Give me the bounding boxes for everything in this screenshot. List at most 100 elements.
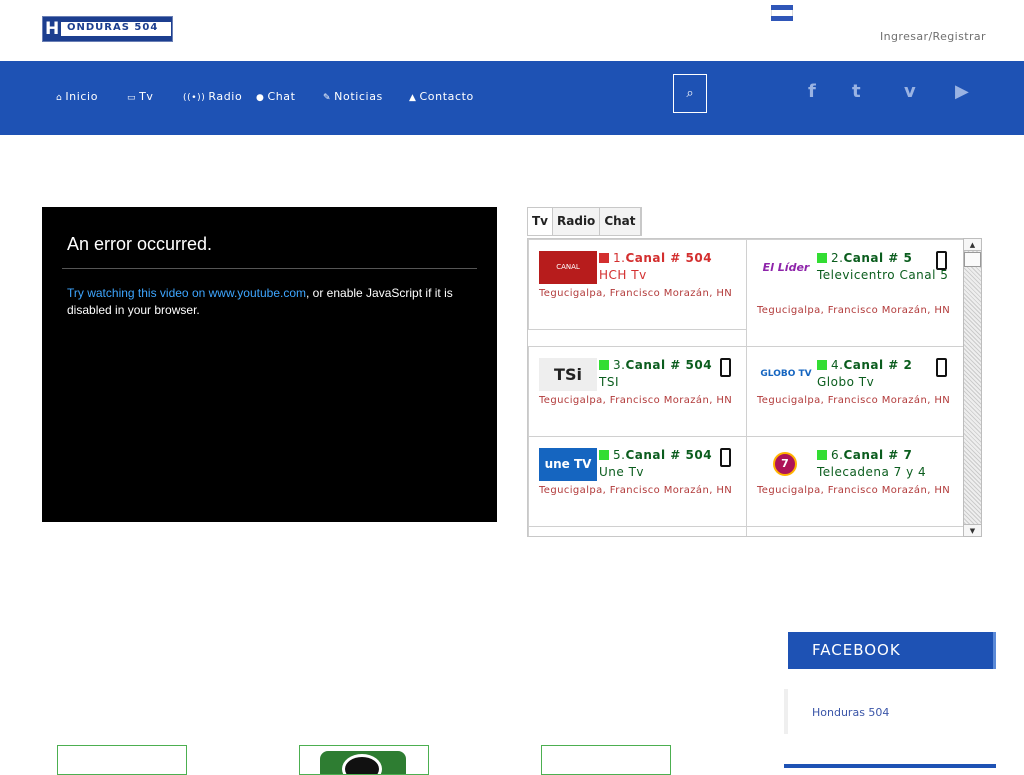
status-indicator [817,360,827,370]
scroll-down-arrow-icon[interactable]: ▼ [964,524,981,536]
logo-text: ONDURAS 504 [67,22,159,33]
top-bar: H ONDURAS 504 Ingresar/Registrar [0,0,1024,61]
home-icon: ⌂ [56,93,63,103]
login-register-link[interactable]: Ingresar/Registrar [880,30,986,43]
channel-logo: TSi [539,358,597,391]
nav-item-contacto[interactable]: ▲ Contacto [409,90,474,103]
channel-canal: Canal # 5 [843,251,913,265]
channel-name: Televicentro Canal 5 [817,268,949,282]
divider [62,268,477,269]
channel-canal: Canal # 504 [625,448,713,462]
channel-number: 5. [613,448,626,462]
site-logo[interactable]: H ONDURAS 504 [42,16,173,42]
channel-canal: Canal # 2 [843,358,913,372]
thumbnail-card[interactable] [299,745,429,775]
edit-icon: ✎ [323,93,332,103]
channel-list-scrollbar[interactable]: ▲ ▼ [963,238,982,537]
channel-item[interactable]: CANAL DESACTIVADO 1.Canal # 504 HCH Tv T… [528,239,747,330]
radio-icon: ((•)) [183,93,206,103]
channel-number: 1. [613,251,626,265]
nav-item-tv[interactable]: ▭ Tv [127,90,154,103]
next-widget-header [784,764,996,768]
thumbnail-logo [320,751,406,774]
monitor-icon: ▭ [127,93,137,103]
thumbnail-card[interactable] [57,745,187,775]
channel-title: 6.Canal # 7 Telecadena 7 y 4 [817,447,957,481]
youtube-icon[interactable]: ▶ [955,81,969,102]
channel-logo: CANAL DESACTIVADO [539,251,597,304]
channel-location: Tegucigalpa, Francisco Morazán, HN [757,395,951,406]
mobile-icon [720,358,731,377]
channel-canal: Canal # 504 [625,358,713,372]
channel-number: 4. [831,358,844,372]
nav-label: Contacto [419,90,474,103]
channel-item[interactable]: 7 6.Canal # 7 Telecadena 7 y 4 Tegucigal… [746,436,965,527]
logo-letter: H [45,19,60,39]
tab-tv[interactable]: Tv [528,208,554,235]
channel-item[interactable]: GLOBO TV 4.Canal # 2 Globo Tv Tegucigalp… [746,346,965,437]
channel-number: 6. [831,448,844,462]
facebook-widget-title: FACEBOOK [784,632,996,669]
main-nav: ⌂ Inicio ▭ Tv ((•)) Radio ● Chat ✎ Noticias ▲… [0,61,1024,135]
mobile-icon [936,358,947,377]
mobile-icon [720,448,731,467]
status-indicator [599,450,609,460]
channel-name: Telecadena 7 y 4 [817,465,927,479]
channel-name: Globo Tv [817,375,875,389]
channel-canal: Canal # 7 [843,448,913,462]
honduras-flag-icon[interactable] [771,5,793,21]
channel-canal: Canal # 504 [625,251,713,265]
nav-item-chat[interactable]: ● Chat [256,90,296,103]
channel-location: Tegucigalpa, Francisco Morazán, HN [539,395,733,406]
vimeo-icon[interactable]: v [904,81,916,102]
channel-title: 4.Canal # 2 Globo Tv [817,357,947,391]
video-error-title: An error occurred. [67,234,213,254]
facebook-page-link[interactable]: Honduras 504 [812,706,889,719]
channel-location: Tegucigalpa, Francisco Morazán, HN [539,288,733,299]
channel-title: 5.Canal # 504 Une Tv [599,447,719,481]
scroll-up-arrow-icon[interactable]: ▲ [964,239,981,251]
channel-list: CANAL DESACTIVADO 1.Canal # 504 HCH Tv T… [527,238,982,537]
channel-title: 2.Canal # 5 [817,250,942,267]
video-player[interactable]: An error occurred. Try watching this vid… [42,207,497,522]
thumbnail-card[interactable] [541,745,671,775]
search-button[interactable]: ⌕ [673,74,707,113]
channel-number: 3. [613,358,626,372]
channel-logo: GLOBO TV [757,358,815,391]
channel-item[interactable]: TSi 3.Canal # 504 TSI Tegucigalpa, Franc… [528,346,747,437]
twitter-icon[interactable]: t [852,81,861,102]
nav-item-inicio[interactable]: ⌂ Inicio [56,90,98,103]
status-indicator [599,253,609,263]
channel-location: Tegucigalpa, Francisco Morazán, HN [757,305,951,316]
tab-chat[interactable]: Chat [600,208,641,235]
facebook-icon[interactable]: f [808,81,816,102]
nav-label: Radio [208,90,243,103]
nav-label: Chat [267,90,296,103]
video-error-message: Try watching this video on www.youtube.c… [67,285,472,319]
channel-title: 1.Canal # 504 HCH Tv [599,250,739,284]
channel-tabs: Tv Radio Chat [527,207,642,236]
channel-item[interactable] [528,526,747,536]
channel-item[interactable]: une TV 5.Canal # 504 Une Tv Tegucigalpa,… [528,436,747,527]
scroll-thumb[interactable] [964,252,981,267]
mobile-icon [936,251,947,270]
chat-icon: ● [256,93,265,103]
nav-label: Inicio [65,90,99,103]
facebook-widget-body: Honduras 504 [784,689,996,734]
channel-name: TSI [599,375,619,389]
channel-logo: 7 [757,448,815,481]
channel-item[interactable] [746,526,965,536]
nav-item-radio[interactable]: ((•)) Radio [183,90,242,103]
nav-item-noticias[interactable]: ✎ Noticias [323,90,383,103]
nav-label: Noticias [334,90,383,103]
channel-name: Une Tv [599,465,645,479]
channel-logo: une TV [539,448,597,481]
youtube-link[interactable]: Try watching this video on www.youtube.c… [67,286,306,300]
channel-location: Tegucigalpa, Francisco Morazán, HN [539,485,733,496]
thumbnail-logo-mark [342,754,382,774]
channel-title: 3.Canal # 504 TSI [599,357,719,391]
tab-radio[interactable]: Radio [553,208,601,235]
channel-name: HCH Tv [599,268,647,282]
user-icon: ▲ [409,93,417,103]
channel-item[interactable]: El Líder 2.Canal # 5 Televicentro Canal … [746,239,965,347]
